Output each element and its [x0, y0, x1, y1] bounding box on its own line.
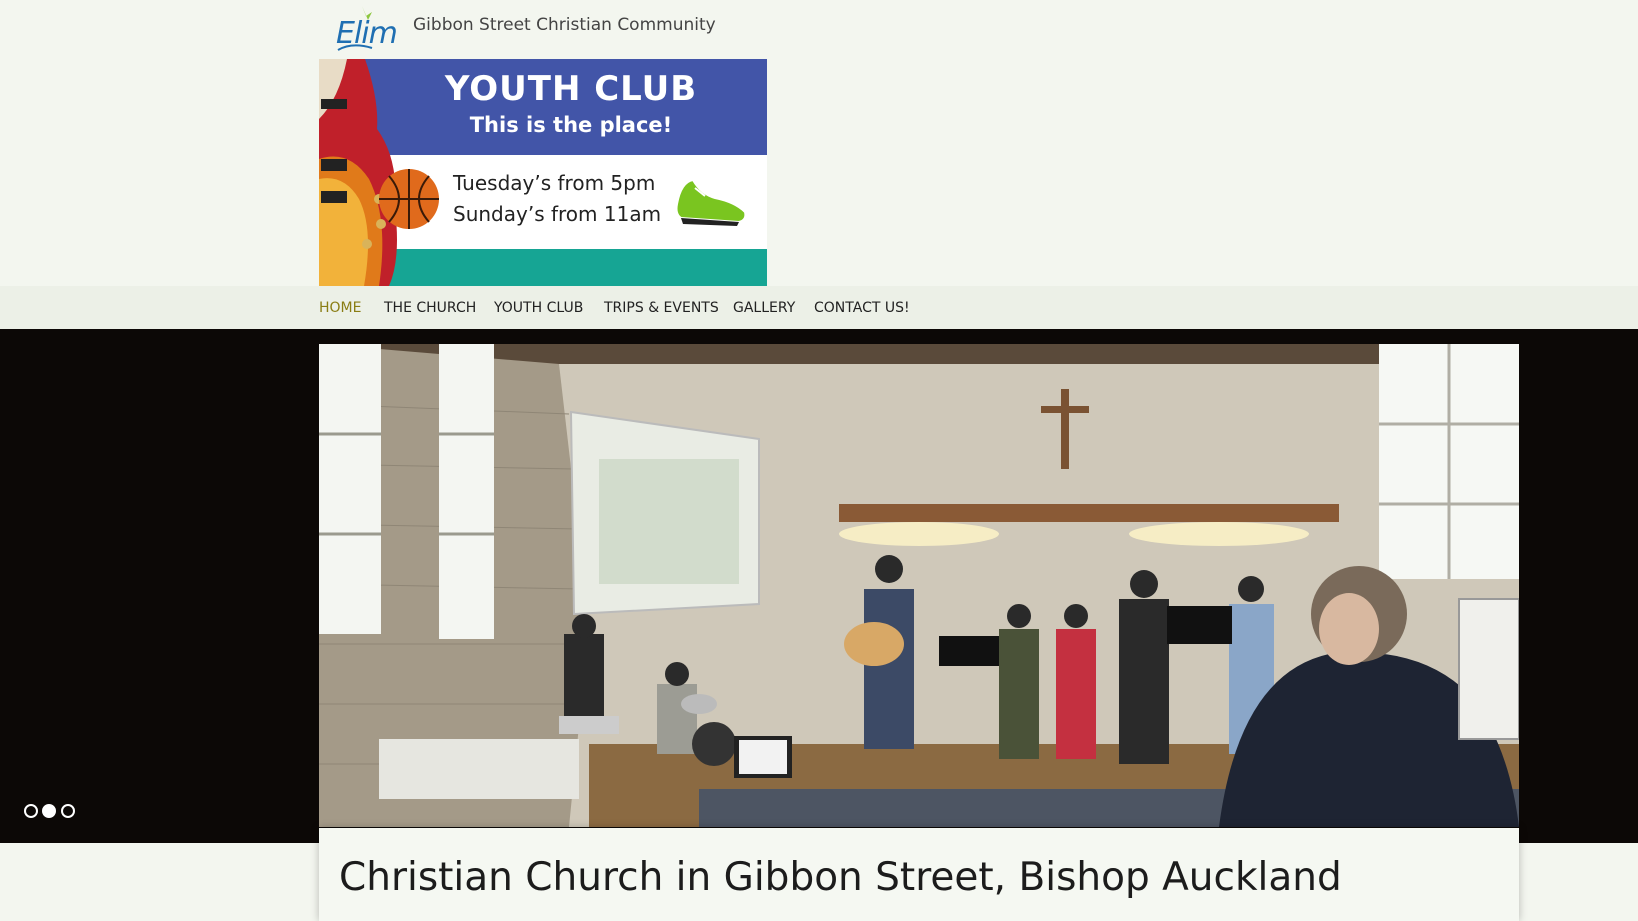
main-navigation: HOME THE CHURCH YOUTH CLUB TRIPS & EVENT…: [0, 286, 1638, 329]
nav-item-contact-us[interactable]: CONTACT US!: [814, 300, 910, 316]
football-boot-icon: [675, 178, 747, 226]
slider-dot-2-active[interactable]: [42, 804, 56, 818]
logo-text: Elim: [336, 16, 398, 51]
basketball-icon: [379, 169, 439, 229]
site-name[interactable]: Gibbon Street Christian Community: [413, 15, 716, 35]
nav-item-the-church[interactable]: THE CHURCH: [384, 300, 476, 316]
slide-image-worship-band: [319, 344, 1519, 827]
nav-item-youth-club[interactable]: YOUTH CLUB: [494, 300, 583, 316]
banner-line-tuesday: Tuesday’s from 5pm: [453, 171, 656, 195]
image-slider[interactable]: [0, 329, 1638, 843]
nav-item-trips-events[interactable]: TRIPS & EVENTS: [604, 300, 719, 316]
slider-dot-1[interactable]: [24, 804, 38, 818]
banner-title: YOUTH CLUB: [444, 69, 698, 109]
youth-club-banner[interactable]: YOUTH CLUB This is the place! Tuesday’s …: [319, 59, 767, 286]
nav-item-home[interactable]: HOME: [319, 300, 361, 316]
slider-dot-3[interactable]: [61, 804, 75, 818]
site-header: Elim Gibbon Street Christian Community Y…: [0, 0, 1638, 286]
page-title: Christian Church in Gibbon Street, Bisho…: [339, 855, 1342, 900]
church-hall-photo: [319, 344, 1519, 827]
elim-logo[interactable]: Elim: [332, 4, 402, 56]
main-content-card: Christian Church in Gibbon Street, Bisho…: [319, 828, 1519, 921]
banner-line-sunday: Sunday’s from 11am: [453, 202, 662, 226]
nav-item-gallery[interactable]: GALLERY: [733, 300, 795, 316]
banner-subtitle: This is the place!: [469, 113, 673, 137]
